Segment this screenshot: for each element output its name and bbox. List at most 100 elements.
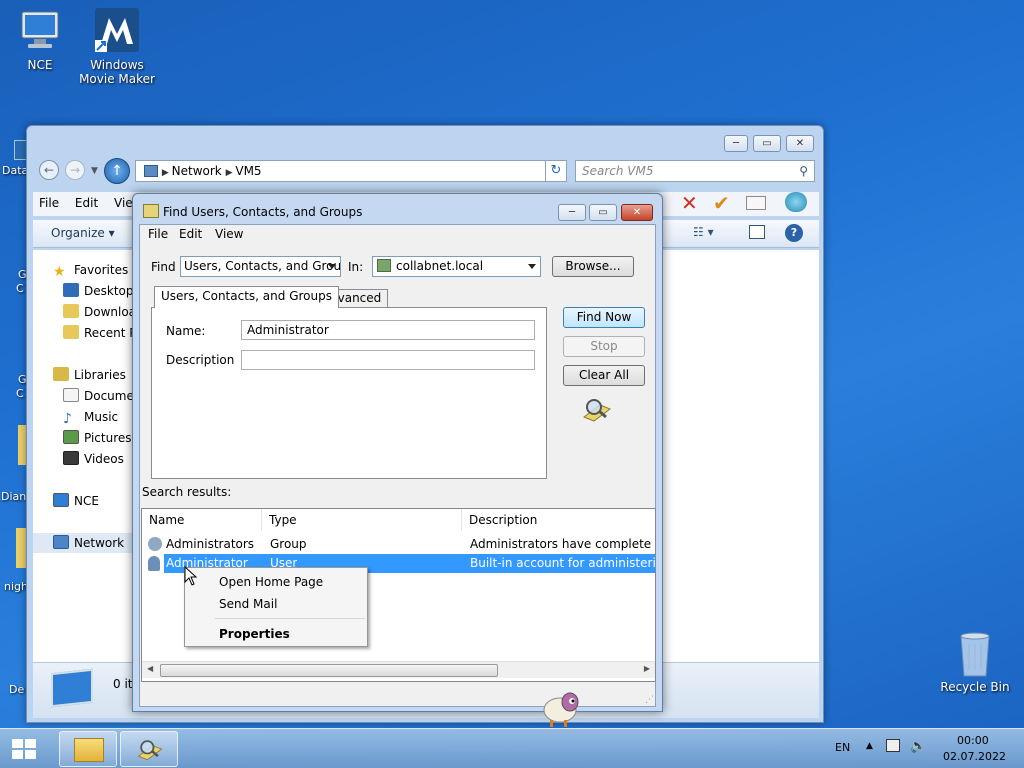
maximize-button[interactable]: ▭: [753, 135, 781, 152]
clock-date[interactable]: 02.07.2022: [943, 750, 1006, 763]
checkmark-icon[interactable]: ✔: [713, 192, 730, 214]
column-header-description[interactable]: Description: [462, 509, 655, 531]
nav-pictures[interactable]: Pictures: [33, 428, 143, 448]
tab-panel: Name: Administrator Description: [151, 307, 547, 479]
taskbar-explorer-button[interactable]: [59, 731, 117, 767]
desktop-icon-recycle-bin[interactable]: Recycle Bin: [935, 630, 1015, 694]
desktop-icon-nce[interactable]: NCE: [0, 8, 80, 72]
preview-pane-icon[interactable]: [749, 225, 765, 239]
help-icon[interactable]: ?: [785, 224, 803, 242]
resize-grip[interactable]: ⋰: [645, 695, 654, 705]
chevron-down-icon: [328, 264, 336, 269]
domain-icon: [377, 259, 391, 272]
column-header-type[interactable]: Type: [262, 509, 462, 531]
table-row[interactable]: Administrators Group Administrators have…: [142, 535, 655, 554]
dialog-menu-view[interactable]: View: [215, 227, 243, 241]
name-input[interactable]: Administrator: [241, 320, 535, 340]
menu-item-open-home-page[interactable]: Open Home Page: [187, 571, 365, 593]
taskbar-find-button[interactable]: [120, 731, 178, 767]
show-hidden-icons[interactable]: ▲: [866, 741, 873, 751]
dialog-title: Find Users, Contacts, and Groups: [163, 205, 363, 219]
desktop-icon-partial[interactable]: [18, 425, 26, 465]
dialog-close-button[interactable]: ✕: [621, 204, 653, 221]
desktop-icon-movie-maker[interactable]: Windows Movie Maker: [77, 8, 157, 86]
nav-desktop[interactable]: Desktop: [33, 281, 143, 301]
folder-icon: [74, 738, 104, 762]
recent-pages-dropdown[interactable]: ▼: [91, 166, 98, 176]
network-icon[interactable]: [886, 739, 900, 752]
mouse-cursor: [184, 565, 198, 589]
sheep-mascot-icon[interactable]: [540, 688, 582, 731]
desktop-icon-partial[interactable]: [16, 528, 26, 568]
menu-edit[interactable]: Edit: [69, 192, 104, 214]
organize-button[interactable]: Organize ▾: [51, 226, 115, 240]
breadcrumb-vm5[interactable]: VM5: [235, 164, 261, 178]
delete-icon[interactable]: ✕: [681, 192, 698, 214]
network-icon: [144, 165, 158, 177]
recycle-bin-icon: [951, 630, 999, 677]
description-input[interactable]: [241, 350, 535, 370]
library-icon: [53, 367, 69, 381]
clear-all-button[interactable]: Clear All: [563, 365, 645, 386]
navigation-pane: ★Favorites Desktop Downloads Recent Plac…: [33, 250, 143, 662]
view-options-icon[interactable]: ☷ ▾: [693, 225, 714, 239]
nav-libraries[interactable]: Libraries: [33, 365, 143, 385]
desktop-icon-label: Windows Movie Maker: [79, 58, 155, 86]
nav-network[interactable]: Network: [33, 533, 143, 553]
desktop-icon: [63, 283, 79, 297]
tab-users-contacts-groups[interactable]: Users, Contacts, and Groups: [154, 286, 339, 308]
language-indicator[interactable]: EN: [835, 741, 850, 754]
breadcrumb-network[interactable]: Network: [172, 164, 222, 178]
computer-icon: [16, 8, 64, 54]
chevron-down-icon: [528, 264, 536, 269]
shell-icon[interactable]: [785, 192, 807, 212]
nav-music[interactable]: ♪ Music: [33, 407, 143, 427]
find-type-select[interactable]: Users, Contacts, and Groups: [180, 256, 341, 277]
nav-nce[interactable]: NCE: [33, 491, 143, 511]
back-button[interactable]: ←: [39, 160, 59, 180]
scrollbar-thumb[interactable]: [160, 664, 498, 677]
nav-documents[interactable]: Documents: [33, 386, 143, 406]
search-icon[interactable]: ⚲: [799, 161, 808, 181]
dialog-minimize-button[interactable]: ─: [558, 204, 586, 221]
start-button[interactable]: [8, 735, 40, 763]
clock-time[interactable]: 00:00: [957, 734, 989, 747]
item-count: 0 it: [113, 677, 133, 691]
desktop-partial-label: C: [16, 282, 24, 295]
mail-icon[interactable]: [746, 196, 766, 210]
stop-button[interactable]: Stop: [563, 336, 645, 357]
desktop-icon-label: Recycle Bin: [940, 680, 1010, 694]
find-now-button[interactable]: Find Now: [563, 307, 645, 328]
desktop-partial-label: C: [16, 387, 24, 400]
menu-item-send-mail[interactable]: Send Mail: [187, 593, 365, 615]
scroll-left-icon[interactable]: ◀: [147, 664, 153, 673]
up-button[interactable]: ↑: [104, 158, 130, 184]
close-button[interactable]: ✕: [786, 135, 814, 152]
context-menu: Open Home Page Send Mail Properties: [184, 567, 368, 647]
horizontal-scrollbar[interactable]: ◀ ▶: [142, 661, 655, 678]
in-location-select[interactable]: collabnet.local: [372, 256, 541, 277]
menu-file[interactable]: File: [33, 192, 65, 214]
browse-button[interactable]: Browse...: [552, 256, 634, 277]
refresh-button[interactable]: ↻: [545, 160, 567, 182]
menu-separator: [215, 618, 365, 619]
menu-item-properties[interactable]: Properties: [187, 623, 365, 645]
forward-button[interactable]: →: [65, 160, 85, 180]
search-input[interactable]: Search VM5 ⚲: [575, 160, 815, 182]
dialog-menu-edit[interactable]: Edit: [179, 227, 202, 241]
find-dialog-icon: [143, 204, 159, 218]
minimize-button[interactable]: ─: [724, 135, 748, 152]
dialog-maximize-button[interactable]: ▭: [589, 204, 617, 221]
nav-videos[interactable]: Videos: [33, 449, 143, 469]
nav-downloads[interactable]: Downloads: [33, 302, 143, 322]
movie-maker-icon: [93, 8, 141, 54]
column-header-name[interactable]: Name: [142, 509, 262, 531]
desktop-partial-label: Dian: [1, 490, 27, 503]
address-bar[interactable]: ▶ Network ▶ VM5 ▼: [135, 160, 565, 182]
dialog-menu-file[interactable]: File: [148, 227, 168, 241]
volume-icon[interactable]: 🔈: [910, 739, 926, 754]
scroll-right-icon[interactable]: ▶: [644, 664, 650, 673]
user-icon: [148, 556, 160, 571]
nav-recent-places[interactable]: Recent Places: [33, 323, 143, 343]
nav-favorites[interactable]: ★ Favorites: [33, 260, 143, 280]
